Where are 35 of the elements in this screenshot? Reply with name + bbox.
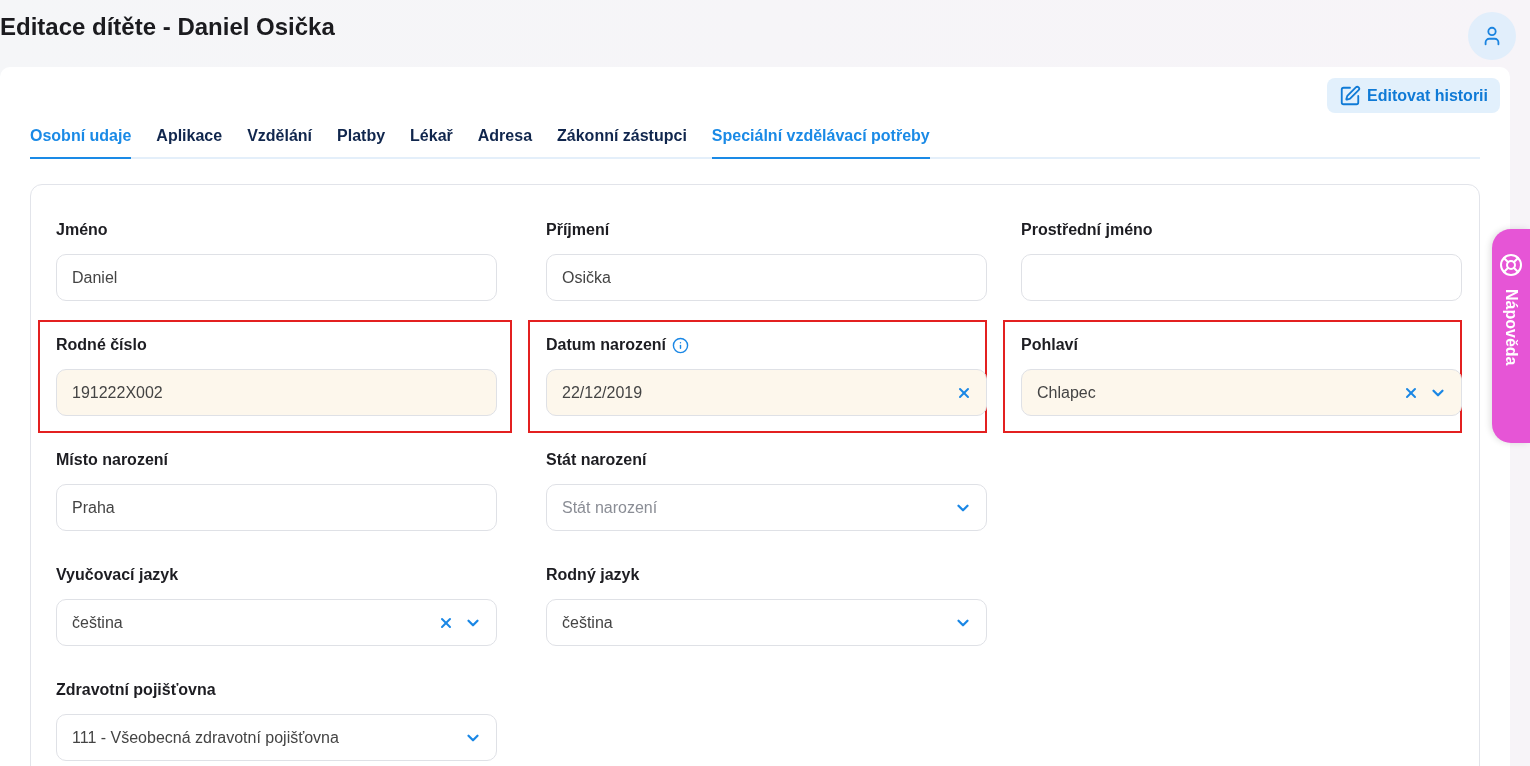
tab[interactable]: Lékař [410, 119, 453, 159]
field-label: Vyučovací jazyk [56, 566, 179, 584]
tab[interactable]: Adresa [477, 119, 533, 159]
tab[interactable]: Zákonní zástupci [557, 119, 687, 159]
select-field[interactable]: Chlapec [1021, 369, 1462, 416]
tab[interactable]: Aplikace [156, 119, 223, 159]
page-title: Editace dítěte - Daniel Osička [0, 13, 335, 41]
tab[interactable]: Vzdělání [247, 119, 313, 159]
edit-history-button[interactable]: Editovat historii [1327, 78, 1500, 113]
field-label: Zdravotní pojišťovna [56, 681, 216, 699]
field-label: Prostřední jméno [1021, 221, 1153, 239]
pen-square-icon [1339, 84, 1362, 107]
input-field[interactable] [1021, 254, 1462, 301]
select-field[interactable]: čeština [546, 599, 987, 646]
field-label: Rodné číslo [56, 336, 147, 354]
field-label: Příjmení [546, 221, 610, 239]
tab[interactable]: Osobní udaje [30, 119, 132, 159]
field-label: Místo narození [56, 451, 168, 469]
field-label: Jméno [56, 221, 108, 239]
input-field[interactable]: Praha [56, 484, 497, 531]
field-label: Datum narození [546, 336, 666, 354]
user-avatar-icon[interactable] [1468, 12, 1516, 60]
input-field[interactable]: Daniel [56, 254, 497, 301]
field-label: Rodný jazyk [546, 566, 640, 584]
field-label: Pohlaví [1021, 336, 1078, 354]
select-field[interactable]: čeština [56, 599, 497, 646]
input-field[interactable]: Osička [546, 254, 987, 301]
info-icon[interactable] [672, 336, 689, 354]
tab[interactable]: Platby [337, 119, 386, 159]
field-label: Stát narození [546, 451, 647, 469]
tab[interactable]: Speciální vzdělávací potřeby [711, 119, 930, 159]
select-field[interactable]: 111 - Všeobecná zdravotní pojišťovna [56, 714, 497, 761]
lifebuoy-icon [1499, 253, 1523, 277]
input-field[interactable]: 191222X002 [56, 369, 497, 416]
date-field[interactable]: 22/12/2019 [546, 369, 987, 416]
